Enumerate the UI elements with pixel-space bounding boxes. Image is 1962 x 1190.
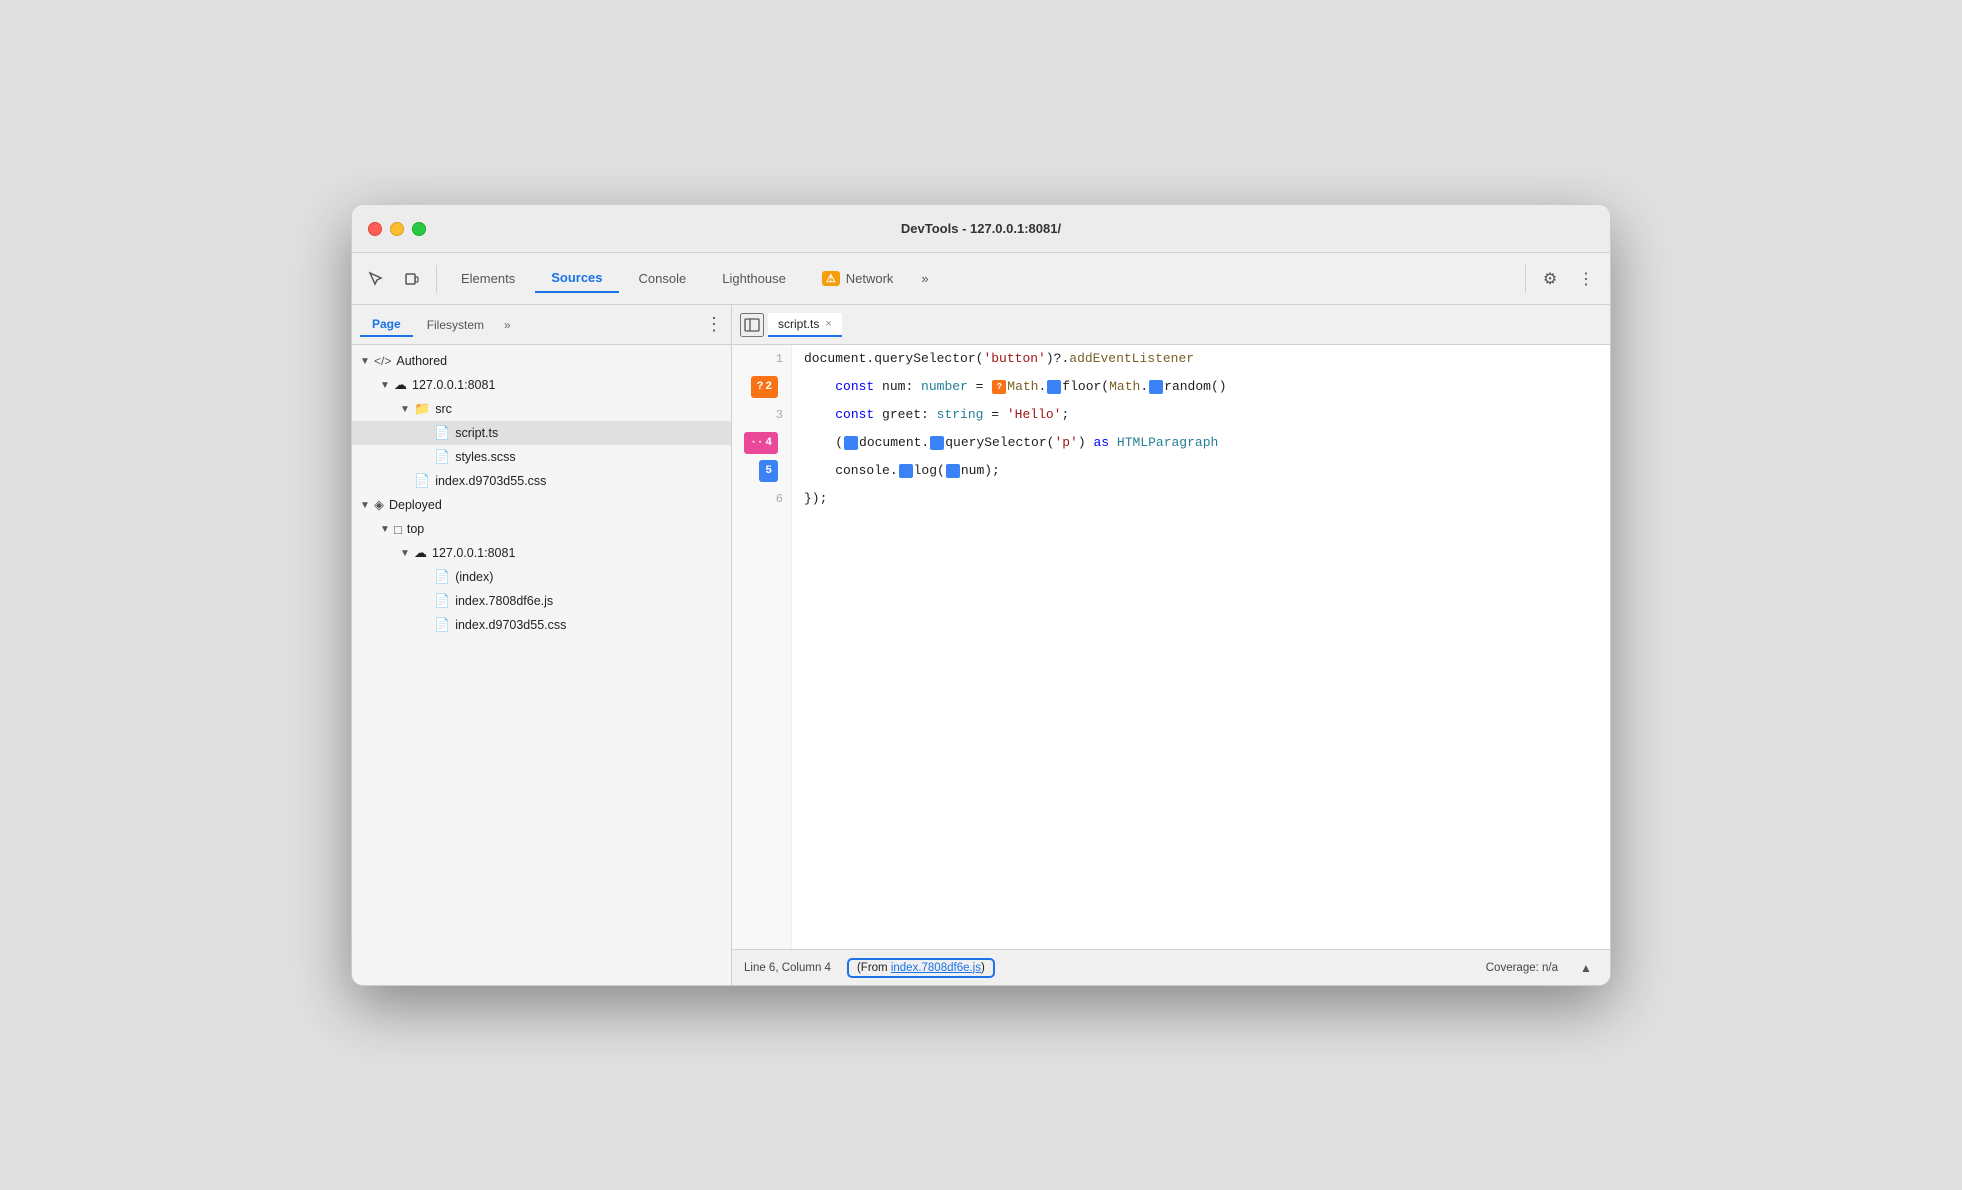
gutter-line-4: ··4 xyxy=(732,429,791,457)
breakpoint-badge-4: ··4 xyxy=(744,432,778,455)
tree-index-js[interactable]: 📄 index.7808df6e.js xyxy=(352,589,731,613)
code-line-2: const num: number = ?Math.floor(Math.ran… xyxy=(804,373,1598,401)
traffic-lights xyxy=(368,222,426,236)
code-line-6: }); xyxy=(804,485,1598,513)
sub-tab-page[interactable]: Page xyxy=(360,313,413,337)
line-gutter: 1 ?2 3 xyxy=(732,345,792,949)
from-label: From xyxy=(861,962,891,974)
tree-arrow: ▼ xyxy=(400,404,414,415)
tree-arrow: ▼ xyxy=(380,380,394,391)
cloud-icon: ☁ xyxy=(394,377,407,393)
network-warning-badge: ⚠ xyxy=(822,271,840,286)
fullscreen-button[interactable] xyxy=(412,222,426,236)
status-bar: Line 6, Column 4 (From index.7808df6e.js… xyxy=(732,949,1610,985)
more-menu-icon[interactable]: ⋮ xyxy=(1570,263,1602,295)
right-panel: script.ts × 1 ?2 xyxy=(732,305,1610,985)
sub-tab-menu[interactable]: ⋮ xyxy=(705,314,723,335)
gutter-line-1: 1 xyxy=(732,345,791,373)
tree-authored[interactable]: ▼ </> Authored xyxy=(352,349,731,373)
tree-script-ts[interactable]: 📄 script.ts xyxy=(352,421,731,445)
top-folder-icon: □ xyxy=(394,522,402,537)
window-title: DevTools - 127.0.0.1:8081/ xyxy=(901,221,1061,236)
editor-tab-label: script.ts xyxy=(778,317,819,331)
tree-arrow: ▼ xyxy=(380,524,394,535)
tab-more-button[interactable]: » xyxy=(913,265,936,292)
settings-icon[interactable]: ⚙ xyxy=(1534,263,1566,295)
sub-tab-more[interactable]: » xyxy=(498,314,517,336)
code-line-3: const greet: string = 'Hello'; xyxy=(804,401,1598,429)
tab-console[interactable]: Console xyxy=(623,265,703,292)
breakpoint-badge-5: 5 xyxy=(759,460,778,483)
tree-arrow: ▼ xyxy=(400,548,414,559)
file-tree: ▼ </> Authored ▼ ☁ 127.0.0.1:8081 ▼ 📁 sr… xyxy=(352,345,731,985)
code-editor[interactable]: 1 ?2 3 xyxy=(732,345,1610,949)
devtools-window: DevTools - 127.0.0.1:8081/ Elements Sour… xyxy=(351,204,1611,986)
tab-lighthouse[interactable]: Lighthouse xyxy=(706,265,802,292)
editor-tab-script[interactable]: script.ts × xyxy=(768,313,842,337)
toolbar: Elements Sources Console Lighthouse ⚠ Ne… xyxy=(352,253,1610,305)
gutter-line-2: ?2 xyxy=(732,373,791,401)
status-from[interactable]: (From index.7808df6e.js) xyxy=(847,958,995,978)
toolbar-separator xyxy=(436,265,437,293)
gutter-line-5: 5 xyxy=(732,457,791,485)
tree-styles-scss[interactable]: 📄 styles.scss xyxy=(352,445,731,469)
folder-icon: 📁 xyxy=(414,401,430,417)
tree-deployed[interactable]: ▼ ◈ Deployed xyxy=(352,493,731,517)
titlebar: DevTools - 127.0.0.1:8081/ xyxy=(352,205,1610,253)
tab-network[interactable]: ⚠ Network xyxy=(806,265,910,292)
css-file-icon-2: 📄 xyxy=(434,617,450,633)
device-icon[interactable] xyxy=(396,263,428,295)
coverage-label: Coverage: n/a xyxy=(1486,962,1558,974)
cloud-icon-2: ☁ xyxy=(414,545,427,561)
from-link[interactable]: index.7808df6e.js xyxy=(891,962,981,974)
index-file-icon: 📄 xyxy=(434,569,450,585)
tab-elements[interactable]: Elements xyxy=(445,265,531,292)
editor-back-button[interactable] xyxy=(740,313,764,337)
tree-arrow: ▼ xyxy=(360,500,374,511)
gutter-line-3: 3 xyxy=(732,401,791,429)
scss-file-icon: 📄 xyxy=(434,449,450,465)
inspect-icon[interactable] xyxy=(360,263,392,295)
gutter-line-6: 6 xyxy=(732,485,791,513)
code-line-5: console.log(num); xyxy=(804,457,1598,485)
tree-index-css-deployed[interactable]: 📄 index.d9703d55.css xyxy=(352,613,731,637)
sub-tabs: Page Filesystem » ⋮ xyxy=(352,305,731,345)
tree-src-folder[interactable]: ▼ 📁 src xyxy=(352,397,731,421)
editor-tabs: script.ts × xyxy=(732,305,1610,345)
tab-sources[interactable]: Sources xyxy=(535,264,618,293)
tree-index-css-authored[interactable]: 📄 index.d9703d55.css xyxy=(352,469,731,493)
editor-tab-close[interactable]: × xyxy=(825,318,831,330)
close-button[interactable] xyxy=(368,222,382,236)
html-icon: </> xyxy=(374,354,391,368)
code-line-4: (document.querySelector('p') as HTMLPara… xyxy=(804,429,1598,457)
tree-authored-host[interactable]: ▼ ☁ 127.0.0.1:8081 xyxy=(352,373,731,397)
js-file-icon: 📄 xyxy=(434,593,450,609)
minimize-button[interactable] xyxy=(390,222,404,236)
tree-arrow: ▼ xyxy=(360,356,374,367)
status-position: Line 6, Column 4 xyxy=(744,962,831,974)
console-drawer-button[interactable]: ▲ xyxy=(1574,956,1598,980)
breakpoint-badge-2: ?2 xyxy=(751,376,778,399)
toolbar-right: ⚙ ⋮ xyxy=(1521,263,1602,295)
ts-file-icon: 📄 xyxy=(434,425,450,441)
sub-tab-filesystem[interactable]: Filesystem xyxy=(415,314,496,336)
left-panel: Page Filesystem » ⋮ ▼ </> Authored ▼ ☁ xyxy=(352,305,732,985)
code-line-1: document.querySelector('button')?.addEve… xyxy=(804,345,1598,373)
deployed-icon: ◈ xyxy=(374,497,384,513)
code-content[interactable]: document.querySelector('button')?.addEve… xyxy=(792,345,1610,949)
tree-top-folder[interactable]: ▼ □ top xyxy=(352,517,731,541)
css-file-icon: 📄 xyxy=(414,473,430,489)
main-area: Page Filesystem » ⋮ ▼ </> Authored ▼ ☁ xyxy=(352,305,1610,985)
tree-deployed-host[interactable]: ▼ ☁ 127.0.0.1:8081 xyxy=(352,541,731,565)
status-right: Coverage: n/a ▲ xyxy=(1486,956,1598,980)
tree-index-page[interactable]: 📄 (index) xyxy=(352,565,731,589)
toolbar-separator-2 xyxy=(1525,265,1526,293)
